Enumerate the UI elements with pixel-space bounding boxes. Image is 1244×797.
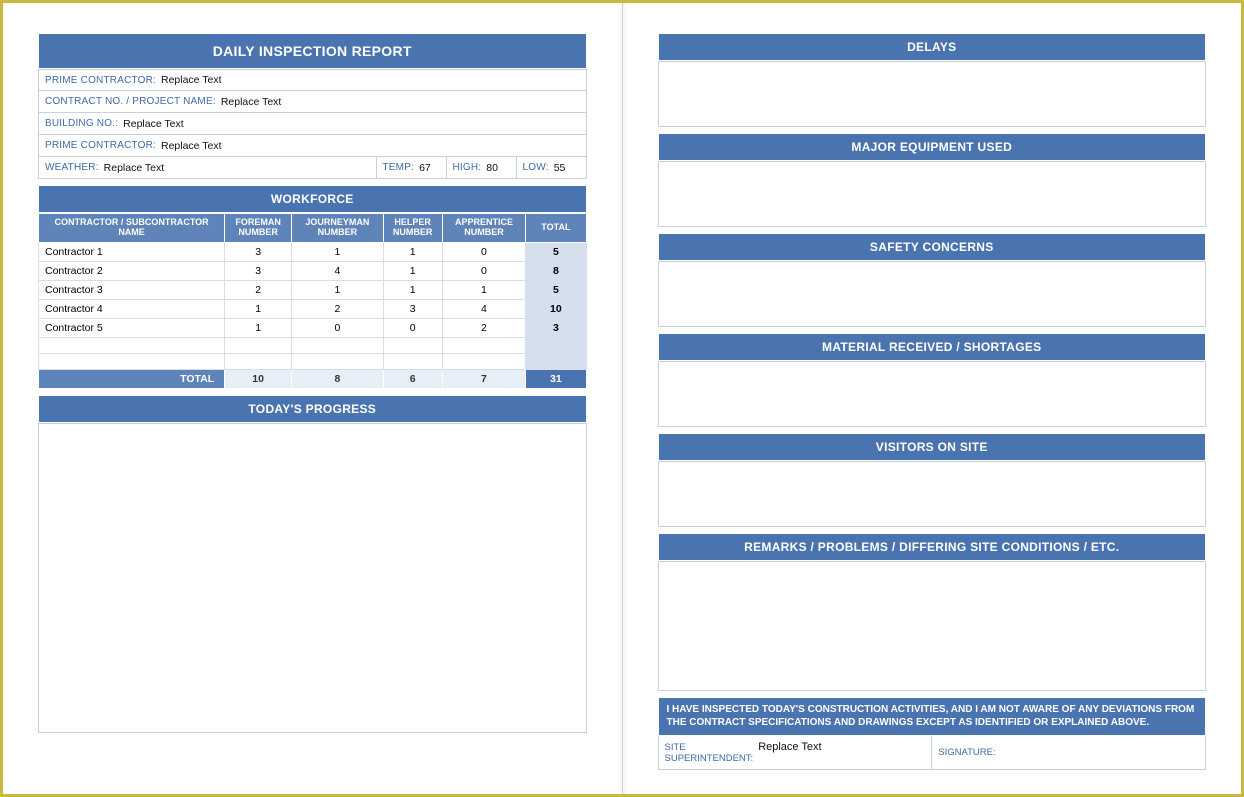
workforce-header: WORKFORCE <box>38 185 587 213</box>
delays-header: DELAYS <box>658 33 1207 61</box>
total-helper: 6 <box>383 369 442 388</box>
total-journeyman: 8 <box>292 369 384 388</box>
table-row: Contractor 4123410 <box>39 299 587 318</box>
cell-helper[interactable]: 1 <box>383 261 442 280</box>
material-box[interactable] <box>658 361 1207 427</box>
weather-row: WEATHER: Replace Text TEMP: 67 HIGH: 80 … <box>38 157 587 179</box>
workforce-body: Contractor 131105Contractor 234108Contra… <box>39 242 587 388</box>
cell-row-total: 3 <box>526 318 586 337</box>
delays-box[interactable] <box>658 61 1207 127</box>
workforce-table: CONTRACTOR / SUBCONTRACTORNAME FOREMANNU… <box>38 213 587 389</box>
cell-name[interactable]: Contractor 2 <box>39 261 225 280</box>
progress-header: TODAY'S PROGRESS <box>38 395 587 423</box>
table-row-blank <box>39 337 587 353</box>
cell-helper[interactable]: 1 <box>383 280 442 299</box>
value-prime-contractor[interactable]: Replace Text <box>161 74 222 86</box>
cell-name[interactable]: Contractor 4 <box>39 299 225 318</box>
value-low[interactable]: 55 <box>554 162 566 174</box>
label-high: HIGH: <box>453 162 482 173</box>
cell-foreman[interactable]: 1 <box>225 299 292 318</box>
cell-helper[interactable]: 3 <box>383 299 442 318</box>
cell-journeyman[interactable]: 2 <box>292 299 384 318</box>
cell-apprentice[interactable]: 2 <box>442 318 526 337</box>
label-contract-no: CONTRACT NO. / PROJECT NAME: <box>45 96 216 107</box>
cell-foreman[interactable]: 1 <box>225 318 292 337</box>
cell-helper[interactable]: 0 <box>383 318 442 337</box>
visitors-box[interactable] <box>658 461 1207 527</box>
visitors-header: VISITORS ON SITE <box>658 433 1207 461</box>
field-prime-contractor: PRIME CONTRACTOR: Replace Text <box>38 69 587 91</box>
remarks-box[interactable] <box>658 561 1207 691</box>
cell-journeyman[interactable]: 1 <box>292 280 384 299</box>
table-row: Contractor 321115 <box>39 280 587 299</box>
value-prime-contractor-2[interactable]: Replace Text <box>161 140 222 152</box>
certification-bar: I HAVE INSPECTED TODAY'S CONSTRUCTION AC… <box>658 697 1207 736</box>
total-grand: 31 <box>526 369 586 388</box>
cell-journeyman[interactable]: 1 <box>292 242 384 261</box>
equipment-header: MAJOR EQUIPMENT USED <box>658 133 1207 161</box>
label-building-no: BUILDING NO.: <box>45 118 118 129</box>
cell-name[interactable]: Contractor 3 <box>39 280 225 299</box>
cell-foreman[interactable]: 3 <box>225 242 292 261</box>
value-temp[interactable]: 67 <box>419 162 431 174</box>
remarks-header: REMARKS / PROBLEMS / DIFFERING SITE COND… <box>658 533 1207 561</box>
label-prime-contractor-2: PRIME CONTRACTOR: <box>45 140 156 151</box>
col-foreman: FOREMANNUMBER <box>225 214 292 243</box>
safety-header: SAFETY CONCERNS <box>658 233 1207 261</box>
cell-apprentice[interactable]: 1 <box>442 280 526 299</box>
label-temp: TEMP: <box>383 162 415 173</box>
cell-name[interactable]: Contractor 5 <box>39 318 225 337</box>
material-header: MATERIAL RECEIVED / SHORTAGES <box>658 333 1207 361</box>
cell-row-total: 10 <box>526 299 586 318</box>
value-contract-no[interactable]: Replace Text <box>221 96 282 108</box>
total-foreman: 10 <box>225 369 292 388</box>
cell-apprentice[interactable]: 0 <box>442 242 526 261</box>
label-signature: SIGNATURE: <box>938 747 995 758</box>
cell-foreman[interactable]: 3 <box>225 261 292 280</box>
cell-apprentice[interactable]: 0 <box>442 261 526 280</box>
value-superintendent[interactable]: Replace Text <box>758 741 821 753</box>
report-title: DAILY INSPECTION REPORT <box>38 33 587 69</box>
cell-row-total: 8 <box>526 261 586 280</box>
label-weather: WEATHER: <box>45 162 99 173</box>
table-row: Contractor 131105 <box>39 242 587 261</box>
cell-foreman[interactable]: 2 <box>225 280 292 299</box>
value-weather[interactable]: Replace Text <box>104 162 165 174</box>
cell-row-total: 5 <box>526 242 586 261</box>
table-total-row: TOTAL1086731 <box>39 369 587 388</box>
total-label: TOTAL <box>39 369 225 388</box>
field-prime-contractor-2: PRIME CONTRACTOR: Replace Text <box>38 135 587 157</box>
safety-box[interactable] <box>658 261 1207 327</box>
page-left: DAILY INSPECTION REPORT PRIME CONTRACTOR… <box>3 3 622 794</box>
total-apprentice: 7 <box>442 369 526 388</box>
value-building-no[interactable]: Replace Text <box>123 118 184 130</box>
field-contract-no: CONTRACT NO. / PROJECT NAME: Replace Tex… <box>38 91 587 113</box>
col-name: CONTRACTOR / SUBCONTRACTORNAME <box>39 214 225 243</box>
cell-row-total: 5 <box>526 280 586 299</box>
col-apprentice: APPRENTICENUMBER <box>442 214 526 243</box>
field-building-no: BUILDING NO.: Replace Text <box>38 113 587 135</box>
cell-journeyman[interactable]: 4 <box>292 261 384 280</box>
equipment-box[interactable] <box>658 161 1207 227</box>
value-high[interactable]: 80 <box>486 162 498 174</box>
col-total: TOTAL <box>526 214 586 243</box>
cell-helper[interactable]: 1 <box>383 242 442 261</box>
page-right: DELAYS MAJOR EQUIPMENT USED SAFETY CONCE… <box>623 3 1242 794</box>
cell-name[interactable]: Contractor 1 <box>39 242 225 261</box>
col-journeyman: JOURNEYMANNUMBER <box>292 214 384 243</box>
label-prime-contractor: PRIME CONTRACTOR: <box>45 75 156 86</box>
progress-box[interactable] <box>38 423 587 733</box>
table-row: Contractor 234108 <box>39 261 587 280</box>
table-row: Contractor 510023 <box>39 318 587 337</box>
workforce-head-row: CONTRACTOR / SUBCONTRACTORNAME FOREMANNU… <box>39 214 587 243</box>
col-helper: HELPERNUMBER <box>383 214 442 243</box>
table-row-blank <box>39 353 587 369</box>
label-low: LOW: <box>523 162 549 173</box>
cell-apprentice[interactable]: 4 <box>442 299 526 318</box>
signature-row: SITESUPERINTENDENT:Replace Text SIGNATUR… <box>658 736 1207 770</box>
cell-journeyman[interactable]: 0 <box>292 318 384 337</box>
